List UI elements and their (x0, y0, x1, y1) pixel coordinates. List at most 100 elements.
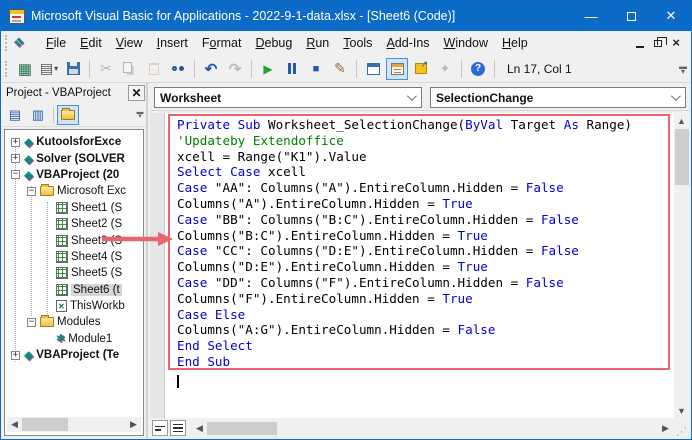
procedure-dropdown-value: SelectionChange (436, 90, 534, 105)
project-toolbar-overflow-button[interactable]: ▬ ▾ (134, 109, 146, 120)
tree-item-label: Sheet1 (S (71, 201, 123, 214)
menu-file[interactable]: File (39, 33, 73, 53)
scroll-right-icon[interactable]: ▶ (658, 420, 673, 436)
tree-item-label: Solver (SOLVER (36, 152, 125, 165)
tree-item-sheet5-s[interactable]: Sheet5 (S (5, 265, 143, 281)
maximize-button[interactable] (611, 1, 651, 31)
menu-tools[interactable]: Tools (336, 33, 379, 53)
object-dropdown[interactable]: Worksheet (154, 87, 422, 108)
code-vscrollbar[interactable]: ▲ ▼ (674, 113, 690, 418)
break-button[interactable] (281, 58, 303, 80)
run-button[interactable]: ▶ (257, 58, 279, 80)
menu-addins[interactable]: Add-Ins (379, 33, 436, 53)
view-excel-button[interactable]: ▦ (14, 58, 36, 80)
tree-item-sheet3-s[interactable]: Sheet3 (S (5, 232, 143, 248)
view-object-dropdown-button[interactable]: ▤ ▾ (38, 58, 60, 80)
menu-format[interactable]: Format (195, 33, 249, 53)
code-hscrollbar[interactable]: ◀ ▶ (192, 420, 673, 436)
tree-item-vbaproject-20[interactable]: − ◆ VBAProject (20 (5, 167, 143, 183)
tree-item-sheet6-t[interactable]: Sheet6 (t (5, 282, 143, 298)
object-browser-button[interactable] (410, 58, 432, 80)
undo-button[interactable]: ↶ (200, 58, 222, 80)
save-button[interactable] (62, 58, 84, 80)
toolbar-separator (89, 59, 90, 78)
tree-item-sheet4-s[interactable]: Sheet4 (S (5, 249, 143, 265)
toolbar-overflow-button[interactable]: ▬ ▾ (676, 57, 690, 81)
tree-expander[interactable]: − (11, 170, 20, 180)
menu-run[interactable]: Run (299, 33, 336, 53)
menu-insert[interactable]: Insert (150, 33, 195, 53)
scroll-thumb[interactable] (22, 418, 68, 431)
margin-indicator-bar[interactable] (150, 113, 165, 418)
properties-window-button[interactable] (386, 57, 408, 80)
menu-help[interactable]: Help (495, 33, 535, 53)
tree-item-vbaproject-te[interactable]: + ◆ VBAProject (Te (5, 347, 143, 363)
minimize-button[interactable]: — (571, 1, 611, 31)
menu-window[interactable]: Window (437, 33, 495, 53)
menu-view[interactable]: View (109, 33, 150, 53)
full-module-view-button[interactable] (170, 420, 186, 436)
folder-icon (61, 107, 75, 120)
code-text[interactable]: Private Sub Worksheet_SelectionChange(By… (177, 117, 666, 370)
procedure-view-button[interactable] (152, 420, 168, 436)
project-panel-close-button[interactable]: ✕ (128, 85, 145, 101)
design-mode-button[interactable]: ✎ (329, 58, 351, 80)
view-code-button[interactable]: ▤ (4, 105, 26, 125)
tree-expander[interactable]: + (11, 350, 20, 360)
project-panel-toolbar: ▤ ▥ ▬ ▾ (2, 103, 146, 127)
toolbar-grip[interactable] (5, 60, 9, 77)
toggle-folders-button[interactable] (57, 104, 79, 125)
tree-item-label: Sheet5 (S (71, 267, 123, 280)
code-window: Worksheet SelectionChange Private Sub Wo… (150, 83, 690, 438)
tree-item-label: Modules (57, 316, 101, 329)
tree-item-thisworkb[interactable]: ThisWorkb (5, 298, 143, 314)
code-line: Columns("D:E").EntireColumn.Hidden = Tru… (177, 259, 488, 275)
procedure-dropdown[interactable]: SelectionChange (430, 87, 686, 108)
project-explorer-button[interactable] (362, 58, 384, 80)
find-button[interactable] (167, 58, 189, 80)
tree-item-modules[interactable]: − Modules (5, 314, 143, 330)
copy-button[interactable] (119, 58, 141, 80)
scroll-down-icon[interactable]: ▼ (674, 403, 689, 418)
scroll-left-icon[interactable]: ◀ (192, 420, 207, 436)
project-tree-hscrollbar[interactable]: ◀ ▶ (7, 417, 141, 432)
tree-item-module1[interactable]: ✱ Module1 (5, 331, 143, 347)
tree-item-solver-solver[interactable]: + ◆ Solver (SOLVER (5, 150, 143, 166)
tree-item-label: KutoolsforExce (36, 136, 122, 149)
tree-item-kutoolsforexce[interactable]: + ◆ KutoolsforExce (5, 134, 143, 150)
tree-expander[interactable]: − (27, 317, 36, 327)
resize-grip[interactable] (673, 420, 690, 438)
paste-button[interactable] (143, 58, 165, 80)
mdi-restore-icon[interactable] (654, 36, 668, 47)
scroll-thumb[interactable] (675, 129, 689, 185)
tree-expander[interactable]: + (11, 137, 20, 147)
cut-button[interactable]: ✂ (95, 58, 117, 80)
mdi-close-icon[interactable]: × (672, 36, 680, 49)
tree-expander[interactable]: + (11, 154, 20, 164)
code-editor[interactable]: Private Sub Worksheet_SelectionChange(By… (150, 113, 690, 418)
menu-debug[interactable]: Debug (248, 33, 299, 53)
help-button[interactable]: ? (467, 58, 489, 80)
tree-item-sheet1-s[interactable]: Sheet1 (S (5, 200, 143, 216)
reset-button[interactable]: ■ (305, 58, 327, 80)
scroll-right-icon[interactable]: ▶ (126, 417, 141, 432)
mdi-minimize-icon[interactable] (636, 45, 645, 48)
scroll-left-icon[interactable]: ◀ (7, 417, 22, 432)
tree-item-microsoft-exc[interactable]: − Microsoft Exc (5, 183, 143, 199)
redo-button[interactable]: ↷ (224, 58, 246, 80)
view-object-button[interactable]: ▥ (27, 105, 49, 125)
code-header: Worksheet SelectionChange (150, 85, 690, 111)
toolbar-separator (461, 59, 462, 78)
menu-edit[interactable]: Edit (73, 33, 109, 53)
code-line: Columns("F").EntireColumn.Hidden = True (177, 290, 473, 306)
menu-bar: ❖ File Edit View Insert Format Debug Run Tools A… (2, 31, 690, 55)
tree-item-sheet2-s[interactable]: Sheet2 (S (5, 216, 143, 232)
scroll-up-icon[interactable]: ▲ (674, 113, 689, 128)
tree-expander[interactable]: − (27, 186, 36, 196)
menubar-grip[interactable] (5, 35, 9, 51)
toolbox-button[interactable]: ✦ (434, 58, 456, 80)
scroll-thumb[interactable] (207, 421, 277, 435)
toolbar-separator (356, 59, 357, 78)
tree-item-label: VBAProject (Te (36, 349, 120, 362)
close-button[interactable]: ✕ (651, 1, 691, 31)
